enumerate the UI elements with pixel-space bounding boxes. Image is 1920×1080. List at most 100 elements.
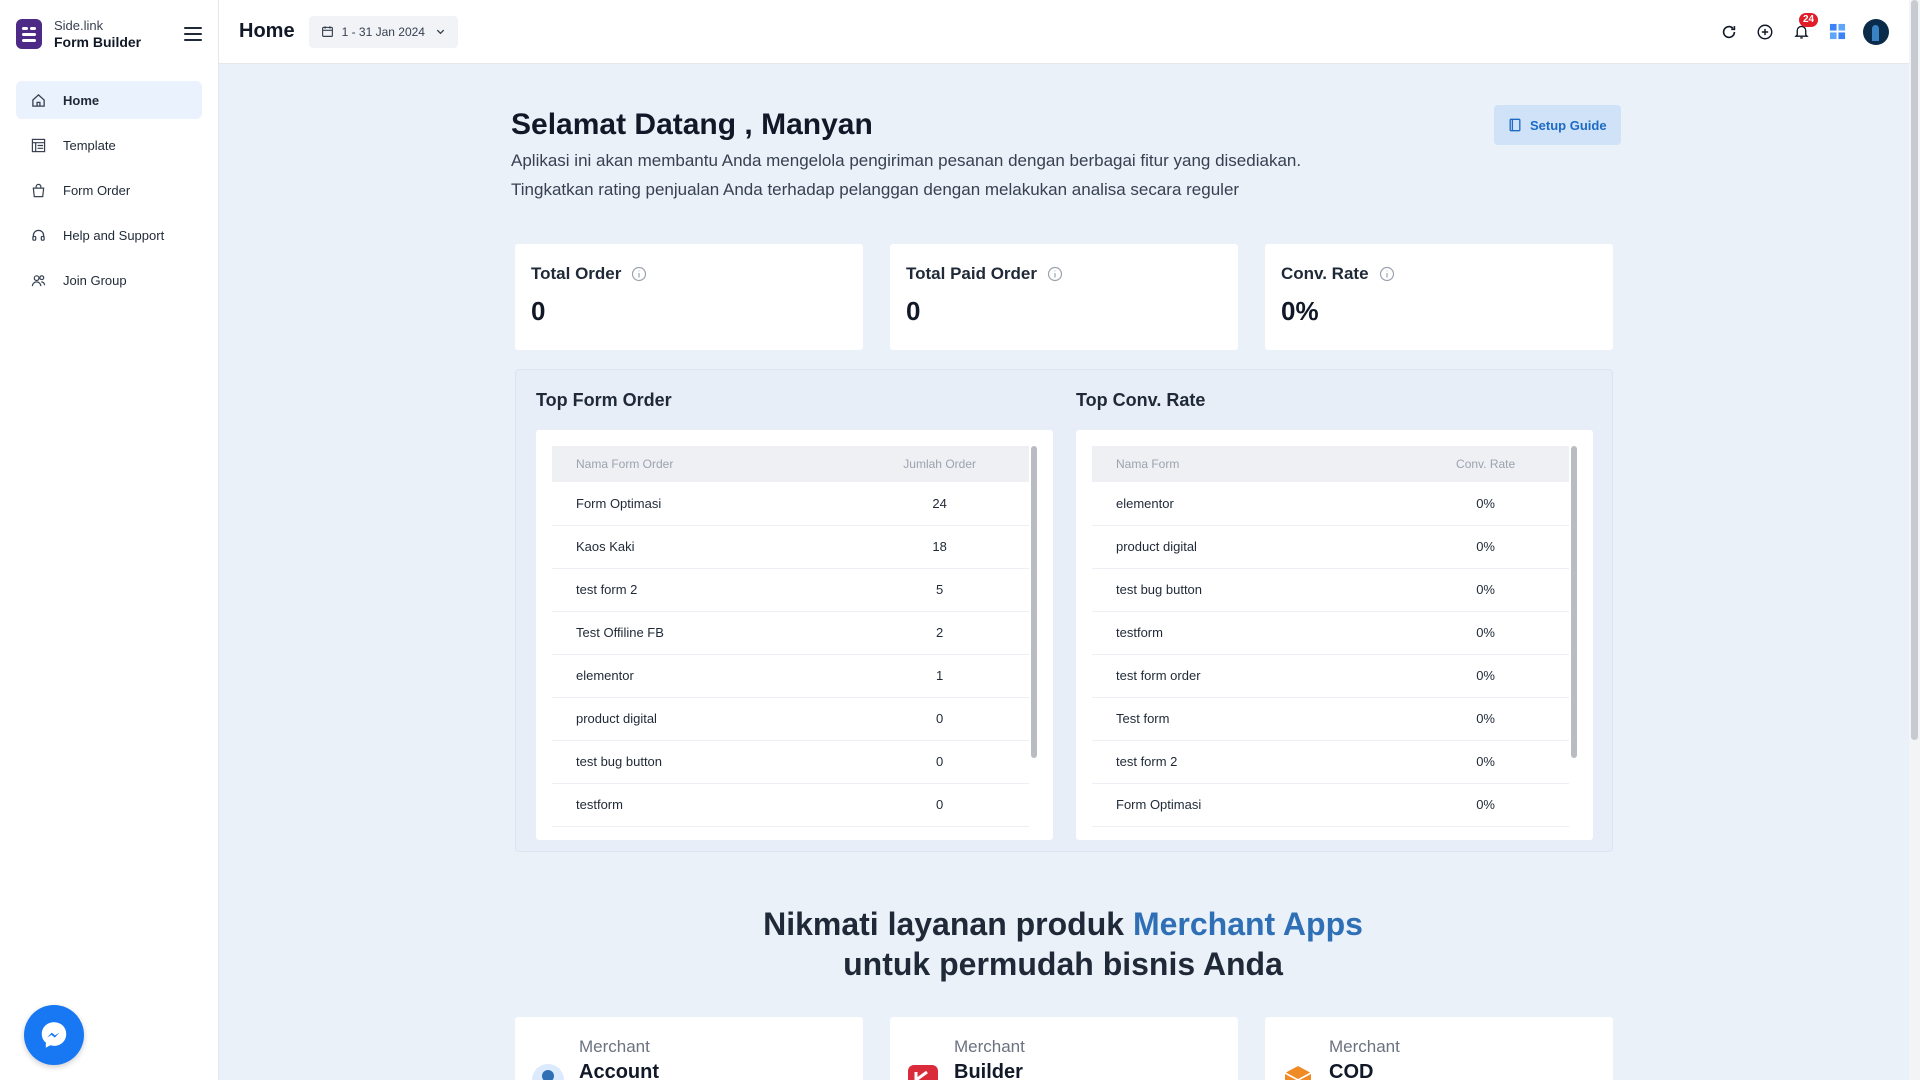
table-row[interactable]: testform 0 [552, 783, 1029, 827]
promo-heading: Nikmati layanan produk Merchant Apps unt… [511, 904, 1615, 984]
table-row[interactable]: test form order 0% [1092, 654, 1569, 698]
sidebar-item-help-and-support[interactable]: Help and Support [16, 216, 202, 254]
info-icon[interactable] [1379, 266, 1395, 282]
table-cell: 5 [850, 568, 1029, 612]
table-row[interactable]: product digital 0 [552, 697, 1029, 741]
users-icon [30, 272, 46, 288]
column-header: Conv. Rate [1456, 457, 1516, 471]
table-cell: elementor [552, 654, 851, 698]
table-row[interactable]: Form Optimasi 24 [552, 482, 1029, 526]
table-row[interactable]: Test Offiline FB 2 [552, 611, 1029, 655]
table-row[interactable]: elementor 0% [1092, 482, 1569, 526]
table-row[interactable]: test form 25 [552, 568, 1029, 612]
brand-product: Form Builder [54, 34, 142, 50]
welcome-description-line-1: Aplikasi ini akan membantu Anda mengelol… [511, 151, 1302, 170]
table-cell: 0 [850, 697, 1029, 741]
table-cell: test form 2 [552, 568, 851, 612]
table-cell: Form Optimasi [1092, 783, 1403, 827]
table-cell: 24 [850, 482, 1029, 526]
brand: Side.link Form Builder [0, 0, 218, 68]
table-cell: testform [552, 783, 851, 827]
table-cell: 0% [1402, 482, 1569, 526]
table-header-row: Nama Form Order Jumlah Order [552, 446, 1029, 482]
sidebar-item-label: Template [63, 137, 116, 153]
app-card-merchant-account[interactable]: Merchant Account [515, 1017, 863, 1080]
stat-card-total-order: Total Order 0 [515, 244, 863, 350]
top-form-order-table-card: Nama Form Order Jumlah Order Form Optima… [536, 430, 1053, 840]
app-card-label: Merchant [1329, 1037, 1400, 1056]
sidebar-item-join-group[interactable]: Join Group [16, 261, 202, 299]
sidebar-item-form-order[interactable]: Form Order [16, 171, 202, 209]
main-content: Selamat Datang , Manyan Aplikasi ini aka… [219, 64, 1909, 1080]
avatar[interactable] [1863, 18, 1889, 45]
table-cell: 18 [850, 525, 1029, 569]
table-cell: product digital [552, 697, 851, 741]
welcome-description-line-2: Tingkatkan rating penjualan Anda terhada… [511, 180, 1240, 199]
app-card-title: Builder [954, 1061, 1023, 1080]
brand-logo-icon [16, 19, 42, 49]
table-row[interactable]: Form Optimasi 0% [1092, 783, 1569, 827]
stat-value: 0 [906, 296, 921, 326]
sidebar-item-label: Help and Support [63, 227, 165, 243]
table-cell: elementor [1092, 482, 1403, 526]
home-icon [30, 92, 46, 108]
table-row[interactable]: Kaos Kaki 18 [552, 525, 1029, 569]
table-row[interactable]: test bug button 0% [1092, 568, 1569, 612]
sidebar-item-label: Form Order [63, 182, 131, 198]
table-header-row: Nama Form Conv. Rate [1092, 446, 1569, 482]
setup-guide-button[interactable]: Setup Guide [1494, 105, 1621, 145]
brand-name: Side.link [54, 18, 104, 33]
setup-guide-label: Setup Guide [1530, 117, 1607, 133]
table-row[interactable]: product digital 0% [1092, 525, 1569, 569]
info-icon[interactable] [1047, 266, 1063, 282]
date-range-picker[interactable]: 1 - 31 Jan 2024 [308, 15, 458, 48]
table-cell: 0% [1402, 568, 1569, 612]
chevron-down-icon [435, 26, 446, 37]
top-form-order-table: Nama Form Order Jumlah Order Form Optima… [552, 446, 1029, 827]
bell-icon[interactable]: 24 [1791, 12, 1819, 42]
sidebar: Side.link Form Builder Home Template For… [0, 0, 219, 1080]
column-header: Nama Form Order [576, 457, 674, 471]
app-card-merchant-cod[interactable]: Merchant COD [1265, 1017, 1613, 1080]
stat-card-conv-rate: Conv. Rate 0% [1265, 244, 1613, 350]
table-row[interactable]: test bug button 0 [552, 740, 1029, 784]
sidebar-item-home[interactable]: Home [16, 81, 202, 119]
app-card-label: Merchant [954, 1037, 1025, 1056]
welcome-section: Selamat Datang , Manyan Aplikasi ini aka… [511, 108, 1615, 204]
table-cell: 0% [1402, 654, 1569, 698]
calendar-icon [321, 25, 334, 38]
info-icon[interactable] [631, 266, 647, 282]
stat-label: Total Order [531, 264, 622, 283]
table-row[interactable]: testform 0% [1092, 611, 1569, 655]
messenger-chat-button[interactable] [24, 1005, 84, 1065]
table-cell: 2 [850, 611, 1029, 655]
table-row[interactable]: Test form 0% [1092, 697, 1569, 741]
table-cell: Test Offiline FB [552, 611, 851, 655]
stat-value: 0% [1281, 296, 1319, 326]
table-cell: 0% [1402, 697, 1569, 741]
apps-grid-icon[interactable] [1827, 22, 1847, 42]
page-scrollbar-thumb[interactable] [1911, 0, 1918, 740]
stat-value: 0 [531, 296, 546, 326]
app-card-title: COD [1329, 1061, 1374, 1080]
plus-circle-icon[interactable] [1755, 22, 1775, 42]
messenger-icon [41, 1022, 67, 1048]
table-row[interactable]: test form 2 0% [1092, 740, 1569, 784]
table-cell: 0% [1402, 525, 1569, 569]
headset-icon [30, 227, 46, 243]
builder-logo-icon [906, 1063, 940, 1080]
table-scrollbar[interactable] [1571, 446, 1577, 758]
table-row[interactable]: elementor 1 [552, 654, 1029, 698]
top-tables-panel: Top Form Order Nama Form Order Jumlah Or… [515, 369, 1613, 852]
sidebar-item-label: Join Group [63, 272, 127, 288]
section-title: Top Conv. Rate [1076, 390, 1206, 410]
table-cell: test form 2 [1092, 740, 1403, 784]
refresh-icon[interactable] [1719, 22, 1739, 42]
sidebar-item-template[interactable]: Template [16, 126, 202, 164]
app-card-title: Account [579, 1061, 659, 1080]
table-cell: Form Optimasi [552, 482, 851, 526]
table-cell: 0 [850, 783, 1029, 827]
menu-toggle-icon[interactable] [184, 27, 202, 41]
table-scrollbar[interactable] [1031, 446, 1037, 758]
app-card-merchant-builder[interactable]: Merchant Builder [890, 1017, 1238, 1080]
